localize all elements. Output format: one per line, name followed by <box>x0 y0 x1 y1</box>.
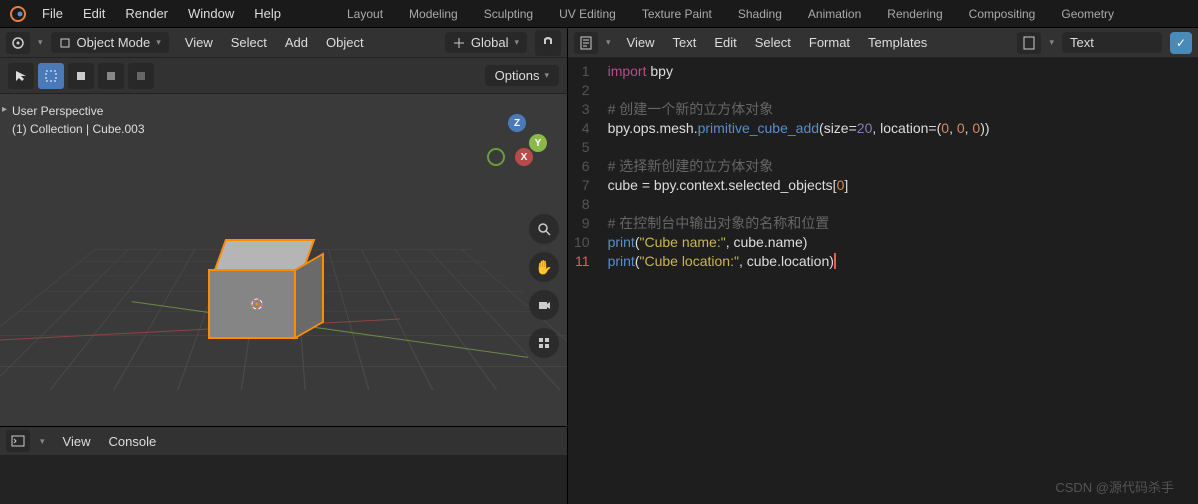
text-name-field[interactable]: Text <box>1062 32 1162 53</box>
tool-settings-bar: Options▾ <box>0 58 567 94</box>
options-dropdown[interactable]: Options▾ <box>485 65 559 86</box>
perspective-icon[interactable] <box>529 328 559 358</box>
viewport-menu-add[interactable]: Add <box>277 32 316 53</box>
texteditor-type-icon[interactable] <box>574 32 598 54</box>
code-editor[interactable]: 1234567891011 import bpy # 创建一个新的立方体对象bp… <box>568 58 1198 504</box>
workspace-tab-uv-editing[interactable]: UV Editing <box>547 3 628 25</box>
console-editor-icon[interactable] <box>6 430 30 452</box>
texteditor-menu-view[interactable]: View <box>619 32 663 53</box>
editor-type-icon[interactable] <box>6 32 30 54</box>
texteditor-menu-templates[interactable]: Templates <box>860 32 935 53</box>
top-menu-items: FileEditRenderWindowHelp <box>32 6 291 21</box>
top-menu-bar: FileEditRenderWindowHelp LayoutModelingS… <box>0 0 1198 28</box>
blender-logo[interactable] <box>8 4 28 24</box>
menu-render[interactable]: Render <box>115 2 178 25</box>
workspace-tab-sculpting[interactable]: Sculpting <box>472 3 545 25</box>
viewport-menu-object[interactable]: Object <box>318 32 372 53</box>
workspace-tabs: LayoutModelingSculptingUV EditingTexture… <box>335 3 1126 25</box>
navigation-gizmo[interactable]: Z Y X <box>487 114 547 174</box>
watermark-text: CSDN @源代码杀手 <box>1055 477 1174 496</box>
viewport-3d[interactable]: ▸ User Perspective (1) Collection | Cube… <box>0 94 567 426</box>
viewport-header: ▾ Object Mode ▾ ViewSelectAddObject Glob… <box>0 28 567 58</box>
code-content[interactable]: import bpy # 创建一个新的立方体对象bpy.ops.mesh.pri… <box>600 58 998 504</box>
texteditor-menu-text[interactable]: Text <box>664 32 704 53</box>
orientation-dropdown[interactable]: Global ▾ <box>445 32 527 53</box>
chevron-down-icon: ▾ <box>40 436 45 447</box>
viewport-overlay-text: User Perspective (1) Collection | Cube.0… <box>12 102 145 138</box>
viewport-menu-view[interactable]: View <box>177 32 221 53</box>
chevron-down-icon: ▾ <box>38 37 43 48</box>
object-origin-icon <box>250 297 264 311</box>
select-mode-3-icon[interactable] <box>128 63 154 89</box>
workspace-tab-animation[interactable]: Animation <box>796 3 873 25</box>
gizmo-x-axis[interactable]: X <box>515 148 533 166</box>
camera-icon[interactable] <box>529 290 559 320</box>
axis-icon <box>453 37 465 49</box>
zoom-icon[interactable] <box>529 214 559 244</box>
select-mode-2-icon[interactable] <box>98 63 124 89</box>
workspace-tab-geometry[interactable]: Geometry <box>1049 3 1126 25</box>
chevron-down-icon: ▾ <box>606 37 611 48</box>
workspace-tab-layout[interactable]: Layout <box>335 3 395 25</box>
texteditor-header: ▾ ViewTextEditSelectFormatTemplates ▾ Te… <box>568 28 1198 58</box>
menu-help[interactable]: Help <box>244 2 291 25</box>
gizmo-z-axis[interactable]: Z <box>508 114 526 132</box>
select-mode-icon[interactable] <box>68 63 94 89</box>
snap-icon[interactable] <box>535 30 561 56</box>
texteditor-menu-select[interactable]: Select <box>747 32 799 53</box>
mode-dropdown[interactable]: Object Mode ▾ <box>51 32 169 53</box>
workspace-tab-modeling[interactable]: Modeling <box>397 3 470 25</box>
workspace-tab-rendering[interactable]: Rendering <box>875 3 954 25</box>
workspace-tab-shading[interactable]: Shading <box>726 3 794 25</box>
menu-window[interactable]: Window <box>178 2 244 25</box>
console-area: ▾ ViewConsole <box>0 426 567 504</box>
viewport-menu-select[interactable]: Select <box>223 32 275 53</box>
select-box-icon[interactable] <box>38 63 64 89</box>
cursor-tool-icon[interactable] <box>8 63 34 89</box>
workspace-tab-compositing[interactable]: Compositing <box>957 3 1048 25</box>
run-script-icon[interactable]: ✓ <box>1170 32 1192 54</box>
viewport-side-buttons: ✋ <box>529 214 559 358</box>
menu-file[interactable]: File <box>32 2 73 25</box>
console-menu-console[interactable]: Console <box>100 431 164 452</box>
gizmo-neg-axis[interactable] <box>487 148 505 166</box>
cube-object[interactable] <box>200 239 320 339</box>
gizmo-y-axis[interactable]: Y <box>529 134 547 152</box>
text-datablock-icon[interactable] <box>1017 32 1041 54</box>
line-gutter: 1234567891011 <box>568 58 600 504</box>
console-menu-view[interactable]: View <box>55 431 99 452</box>
menu-edit[interactable]: Edit <box>73 2 115 25</box>
texteditor-menu-edit[interactable]: Edit <box>706 32 744 53</box>
pan-icon[interactable]: ✋ <box>529 252 559 282</box>
workspace-tab-texture-paint[interactable]: Texture Paint <box>630 3 724 25</box>
cube-icon <box>59 37 71 49</box>
panel-toggle-icon[interactable]: ▸ <box>2 104 7 115</box>
texteditor-menu-format[interactable]: Format <box>801 32 858 53</box>
